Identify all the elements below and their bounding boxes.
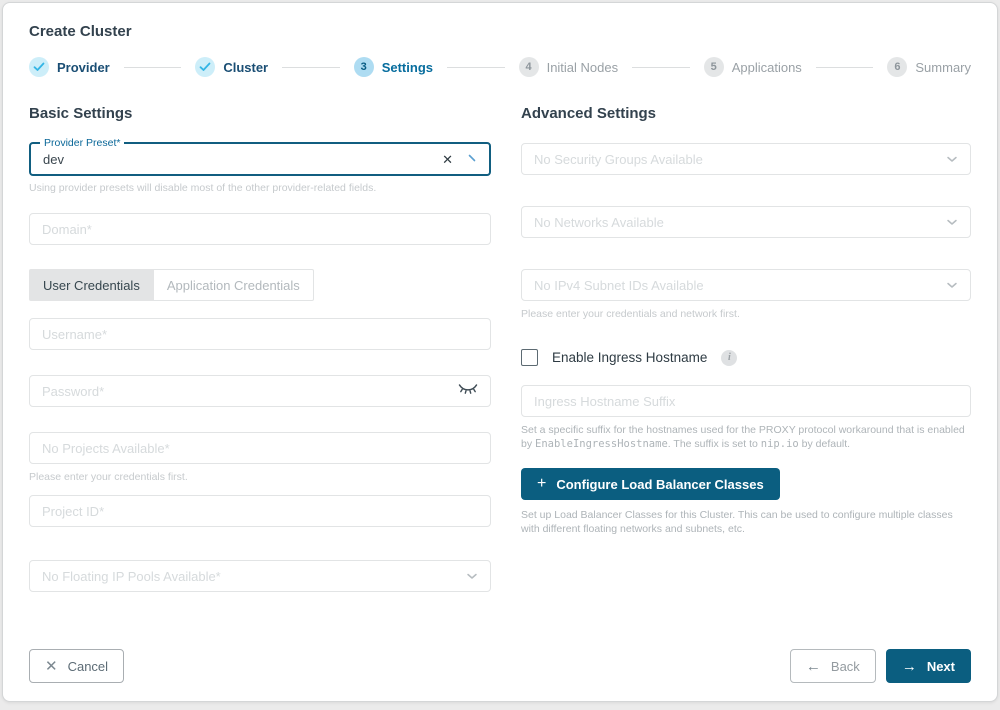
step-label: Initial Nodes — [547, 60, 619, 75]
provider-preset-helper: Using provider presets will disable most… — [29, 181, 491, 195]
ipv4-subnets-input[interactable] — [534, 278, 946, 293]
load-balancer-helper: Set up Load Balancer Classes for this Cl… — [521, 508, 971, 536]
plus-icon: + — [537, 476, 546, 492]
wizard-footer: ✕ Cancel ← Back → Next — [29, 649, 971, 683]
ipv4-subnets-helper: Please enter your credentials and networ… — [521, 307, 971, 321]
cancel-button[interactable]: ✕ Cancel — [29, 649, 124, 683]
step-number-badge: 3 — [354, 57, 374, 77]
close-icon: ✕ — [45, 657, 58, 675]
tab-application-credentials[interactable]: Application Credentials — [154, 269, 314, 301]
step-settings[interactable]: 3 Settings — [354, 57, 433, 77]
info-icon[interactable]: i — [721, 350, 737, 366]
domain-field[interactable] — [29, 213, 491, 245]
create-cluster-modal: Create Cluster Provider Cluster 3 Settin… — [2, 2, 998, 702]
cancel-label: Cancel — [68, 659, 108, 674]
eye-off-icon[interactable] — [458, 382, 478, 400]
chevron-down-icon — [466, 567, 478, 585]
ingress-hostname-suffix-helper: Set a specific suffix for the hostnames … — [521, 423, 971, 451]
floating-ip-pools-input[interactable] — [42, 569, 466, 584]
step-summary[interactable]: 6 Summary — [887, 57, 971, 77]
step-connector — [282, 67, 340, 68]
step-label: Applications — [732, 60, 802, 75]
chevron-down-icon — [946, 213, 958, 231]
security-groups-select[interactable] — [521, 143, 971, 175]
step-cluster[interactable]: Cluster — [195, 57, 268, 77]
projects-helper: Please enter your credentials first. — [29, 470, 491, 484]
project-id-field[interactable] — [29, 495, 491, 527]
helper-text: . The suffix is set to — [668, 438, 761, 450]
step-applications[interactable]: 5 Applications — [704, 57, 802, 77]
step-complete-check-icon — [195, 57, 215, 77]
step-complete-check-icon — [29, 57, 49, 77]
domain-input[interactable] — [42, 222, 478, 237]
step-label: Cluster — [223, 60, 268, 75]
ingress-hostname-suffix-field[interactable] — [521, 385, 971, 417]
provider-preset-input[interactable] — [43, 152, 442, 167]
helper-code: EnableIngressHostname — [535, 438, 668, 450]
helper-code: nip.io — [761, 438, 799, 450]
security-groups-input[interactable] — [534, 152, 946, 167]
networks-input[interactable] — [534, 215, 946, 230]
ingress-hostname-suffix-input[interactable] — [534, 394, 958, 409]
basic-settings-section: Basic Settings Provider Preset* ✕ Using … — [29, 105, 491, 649]
next-button[interactable]: → Next — [886, 649, 971, 683]
ipv4-subnets-select[interactable] — [521, 269, 971, 301]
chevron-down-icon — [946, 150, 958, 168]
basic-settings-heading: Basic Settings — [29, 105, 491, 122]
step-connector — [447, 67, 505, 68]
networks-select[interactable] — [521, 206, 971, 238]
clear-icon[interactable]: ✕ — [442, 153, 453, 166]
step-initial-nodes[interactable]: 4 Initial Nodes — [519, 57, 619, 77]
dropdown-caret-icon[interactable] — [467, 150, 477, 168]
projects-input[interactable] — [42, 441, 478, 456]
advanced-settings-heading: Advanced Settings — [521, 105, 971, 122]
next-label: Next — [927, 659, 955, 674]
step-number-badge: 6 — [887, 57, 907, 77]
step-number-badge: 5 — [704, 57, 724, 77]
floating-ip-pools-select[interactable] — [29, 560, 491, 592]
configure-load-balancer-button[interactable]: + Configure Load Balancer Classes — [521, 468, 780, 500]
page-title: Create Cluster — [29, 23, 971, 40]
project-id-input[interactable] — [42, 504, 478, 519]
username-field[interactable] — [29, 318, 491, 350]
tab-user-credentials[interactable]: User Credentials — [29, 269, 154, 301]
step-label: Provider — [57, 60, 110, 75]
arrow-right-icon: → — [902, 659, 917, 674]
enable-ingress-hostname-label: Enable Ingress Hostname — [552, 350, 707, 365]
back-label: Back — [831, 659, 860, 674]
chevron-down-icon — [946, 276, 958, 294]
helper-text: by default. — [799, 438, 850, 450]
configure-load-balancer-label: Configure Load Balancer Classes — [556, 477, 763, 492]
provider-preset-field[interactable]: Provider Preset* ✕ — [29, 142, 491, 176]
credentials-tabs: User Credentials Application Credentials — [29, 269, 491, 301]
projects-field[interactable] — [29, 432, 491, 464]
password-field[interactable] — [29, 375, 491, 407]
step-provider[interactable]: Provider — [29, 57, 110, 77]
password-input[interactable] — [42, 384, 458, 399]
step-label: Settings — [382, 60, 433, 75]
step-connector — [816, 67, 874, 68]
enable-ingress-hostname-row: Enable Ingress Hostname i — [521, 349, 971, 366]
step-connector — [124, 67, 182, 68]
advanced-settings-section: Advanced Settings Please enter your — [521, 105, 971, 649]
enable-ingress-hostname-checkbox[interactable] — [521, 349, 538, 366]
step-label: Summary — [915, 60, 971, 75]
wizard-stepper: Provider Cluster 3 Settings 4 Initial No… — [29, 57, 971, 77]
step-connector — [632, 67, 690, 68]
arrow-left-icon: ← — [806, 659, 821, 674]
step-number-badge: 4 — [519, 57, 539, 77]
back-button[interactable]: ← Back — [790, 649, 876, 683]
provider-preset-label: Provider Preset* — [40, 137, 124, 149]
username-input[interactable] — [42, 327, 478, 342]
